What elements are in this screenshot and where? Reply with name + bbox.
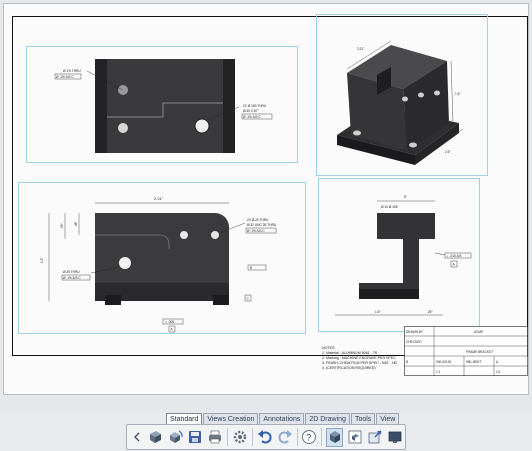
tb-part-no: 000-00100 [436, 360, 451, 364]
note-line: 4. (CERTIFICATION REQUIRED) [322, 366, 376, 370]
callout-2-frame: Ø .1% A B C [243, 115, 261, 119]
side-frame-leader [434, 252, 446, 256]
tb-sheet: 1/1 [496, 370, 501, 374]
iso-hole-5 [409, 142, 417, 148]
front-view-drawing: 2.21" 1.5" .93" .48" 2X Ø.25 THRU Ø.32 U… [40, 196, 277, 333]
drawing-notes: NOTES: 1. Material : ALUMINUM 6061 - T6 … [322, 346, 404, 371]
settings-gear-icon[interactable] [232, 428, 248, 447]
iso-hole-3 [434, 90, 440, 96]
iso-hole-2 [418, 92, 424, 98]
hole-bottom-left [118, 123, 128, 133]
toolbar-separator [321, 428, 323, 446]
callout-2-text: 2X Ø.169 THRU [243, 104, 267, 108]
drawing-sheet: Ø.1% THRU Ø .1% A B C 2X Ø.169 THRU Ø.40… [3, 3, 529, 395]
undo-icon[interactable] [257, 428, 273, 447]
toolbar-separator [227, 428, 228, 446]
iso-dim-1: 2.21" [357, 47, 364, 51]
cad-application: Ø.1% THRU Ø .1% A B C 2X Ø.169 THRU Ø.40… [0, 0, 532, 451]
help-icon[interactable]: ? [301, 428, 317, 447]
iso-hole-1 [402, 96, 408, 102]
left-dim-1: .93" [60, 223, 64, 229]
width-dim: 2.21" [154, 196, 164, 201]
title-block: DRAWN BY CHECKED ACME FRAME BRACKET B 00… [404, 326, 528, 376]
drawing-viewport[interactable]: Ø.1% THRU Ø .1% A B C 2X Ø.169 THRU Ø.40… [0, 0, 532, 412]
side-top-dim: .5" [403, 195, 407, 199]
svg-text:?: ? [306, 433, 311, 443]
iso-dim-line-2 [450, 60, 454, 124]
tb-size: B [406, 360, 408, 364]
tb-checked: CHECKED [406, 340, 422, 344]
callout-hole-b: Ø.32 UNC 2B THRU [247, 223, 277, 227]
callout-2b-text: Ø.40 X 87° [243, 109, 259, 113]
callout-1-text: Ø.1% THRU [63, 69, 81, 73]
side-bottom-dim-2: .25" [427, 310, 433, 314]
redo-icon[interactable] [277, 428, 293, 447]
tb-scale: 1:1 [436, 370, 441, 374]
title-block-grid: DRAWN BY CHECKED ACME FRAME BRACKET B 00… [404, 326, 528, 376]
toolbar-separator [251, 428, 253, 446]
side-view-drawing: .5" Ø.10 Ø.155 ⊥ .010 A B A 1.5" .25" [335, 195, 472, 316]
side-bottom-dim-1: 1.5" [375, 310, 381, 314]
hole-bottom-right [194, 118, 210, 134]
part-left-rail [95, 59, 107, 153]
rotate-part-icon[interactable] [167, 428, 183, 447]
datum-a: A [171, 328, 174, 332]
collapse-arrow-icon[interactable] [131, 428, 143, 447]
side-datum: A [453, 263, 456, 267]
left-hole-frame: Ø .1% A B C [63, 276, 81, 280]
top-view-drawing: Ø.1% THRU Ø .1% A B C 2X Ø.169 THRU Ø.40… [54, 59, 273, 153]
callout-1-frame: Ø .1% A B C [56, 75, 74, 79]
iso-view-drawing: 2.21" 1.5" 2.5" [337, 40, 464, 165]
export-icon[interactable] [367, 428, 383, 447]
save-icon[interactable] [187, 428, 203, 447]
left-hole: Ø.29 THRU [63, 270, 80, 274]
toolbar-separator [296, 428, 298, 446]
datum-c: C [247, 297, 250, 301]
tb-number: SBL-BRKT [466, 360, 482, 364]
side-top-dim-2: Ø.10 Ø.155 [381, 205, 398, 209]
front-foot-left [105, 295, 121, 305]
left-dim-3: 1.5" [40, 257, 44, 263]
front-hole-2 [211, 231, 219, 239]
tb-title: FRAME BRACKET [466, 350, 493, 354]
drawing-icon[interactable] [347, 428, 363, 447]
callout-hole-frame: Ø .1% A B C [247, 229, 265, 233]
view-front[interactable]: 2.21" 1.5" .93" .48" 2X Ø.25 THRU Ø.32 U… [18, 182, 306, 334]
bottom-frame: □ .005 [165, 320, 174, 324]
part-right-rail [223, 59, 235, 153]
iso-dim-2: 1.5" [455, 92, 461, 96]
tb-company: ACME [474, 330, 483, 334]
iso-dim-3: 2.5" [445, 150, 451, 154]
side-part-base [359, 289, 419, 299]
tb-drawn: DRAWN BY [406, 330, 424, 334]
iso-hole-4 [353, 130, 361, 136]
view-isometric[interactable]: 2.21" 1.5" 2.5" [316, 14, 488, 176]
side-part-body [359, 213, 435, 299]
side-frame: ⊥ .010 A B [446, 254, 462, 258]
3d-view-icon[interactable] [326, 427, 344, 447]
datum-b: B [250, 266, 252, 270]
front-hole-1 [180, 231, 188, 239]
callout-hole: 2X Ø.25 THRU [247, 218, 269, 222]
import-part-icon[interactable] [147, 428, 163, 447]
screen-icon[interactable] [387, 428, 403, 447]
view-side[interactable]: .5" Ø.10 Ø.155 ⊥ .010 A B A 1.5" .25" [318, 178, 480, 332]
part-body-top [95, 59, 235, 153]
standard-toolbar: ? [126, 424, 406, 450]
front-foot-right [213, 295, 229, 305]
front-hole-3 [119, 257, 131, 269]
left-dim-2: .48" [74, 221, 78, 227]
view-top[interactable]: Ø.1% THRU Ø .1% A B C 2X Ø.169 THRU Ø.40… [26, 46, 298, 163]
print-icon[interactable] [207, 428, 223, 447]
